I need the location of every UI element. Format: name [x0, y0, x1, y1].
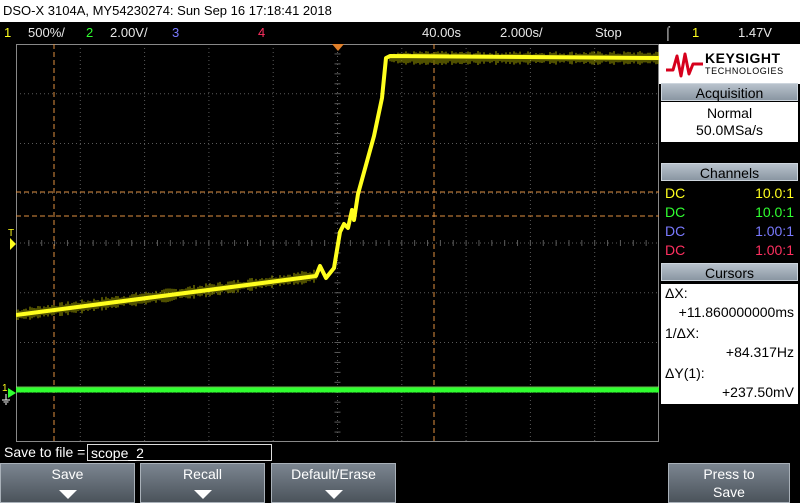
save-bar: Save to file = scope_2 [0, 442, 659, 463]
channel-row-3[interactable]: DC 1.00:1 [661, 222, 798, 241]
channel-row-1[interactable]: DC 10.0:1 [661, 184, 798, 203]
ch1-scale[interactable]: 500%/ [28, 22, 65, 44]
down-arrow-icon [58, 490, 77, 499]
horizontal-delay[interactable]: 40.00s [422, 22, 461, 44]
cursors-heading: Cursors [661, 263, 798, 281]
keysight-logo: KEYSIGHT TECHNOLOGIES [659, 44, 800, 84]
logo-name: KEYSIGHT [705, 50, 781, 66]
acquisition-heading: Acquisition [661, 83, 798, 101]
ch1-number[interactable]: 1 [4, 22, 11, 44]
cursor-inv-box: 1/ΔX: +84.317Hz [661, 324, 798, 364]
save-to-file-label: Save to file = [4, 444, 86, 460]
run-state[interactable]: Stop [595, 22, 622, 44]
default-erase-softkey[interactable]: Default/Erase [271, 463, 396, 503]
trigger-level-marker[interactable]: T [4, 228, 16, 250]
sample-rate: 50.0MSa/s [696, 122, 763, 138]
cursor-dy-box: ΔY(1): +237.50mV [661, 364, 798, 404]
trigger-position-marker[interactable] [332, 44, 344, 51]
ch2-probe: 10.0:1 [755, 204, 794, 220]
save-softkey-label: Save [51, 466, 84, 482]
ch4-coupling: DC [665, 242, 686, 258]
timebase-scale[interactable]: 2.000s/ [500, 22, 543, 44]
status-bar: 1 500%/ 2 2.00V/ 3 4 40.00s 2.000s/ Stop… [0, 22, 800, 44]
default-erase-softkey-label: Default/Erase [291, 466, 376, 482]
ch1-ground-marker[interactable]: 1 [0, 383, 16, 406]
ground-icon [2, 388, 16, 405]
ch1-coupling: DC [665, 185, 686, 201]
waveform-display[interactable] [16, 44, 659, 442]
ch3-number[interactable]: 3 [172, 22, 179, 44]
trigger-arrow-icon [10, 238, 16, 250]
side-panel: KEYSIGHT TECHNOLOGIES Acquisition Normal… [659, 44, 800, 503]
ch1-probe: 10.0:1 [755, 185, 794, 201]
ch2-number[interactable]: 2 [86, 22, 93, 44]
window-title: DSO-X 3104A, MY54230274: Sun Sep 16 17:1… [3, 3, 332, 18]
down-arrow-icon [324, 490, 343, 499]
cursor-dy-label: ΔY(1): [665, 365, 705, 381]
ch1-trace [16, 51, 659, 320]
ch4-number[interactable]: 4 [258, 22, 265, 44]
save-softkey[interactable]: Save [0, 463, 135, 503]
down-arrow-icon [193, 490, 212, 499]
keysight-wave-icon [666, 52, 703, 78]
ch3-probe: 1.00:1 [755, 223, 794, 239]
channel-row-2[interactable]: DC 10.0:1 [661, 203, 798, 222]
cursor-dx-label: ΔX: [665, 285, 688, 301]
ch2-coupling: DC [665, 204, 686, 220]
window-title-bar: DSO-X 3104A, MY54230274: Sun Sep 16 17:1… [0, 0, 800, 22]
cursor-inv-label: 1/ΔX: [665, 325, 700, 341]
channels-list: DC 10.0:1 DC 10.0:1 DC 1.00:1 DC 1.00:1 [661, 182, 798, 262]
ch2-scale[interactable]: 2.00V/ [110, 22, 148, 44]
ch4-probe: 1.00:1 [755, 242, 794, 258]
cursors-box[interactable]: ΔX: +11.860000000ms 1/ΔX: +84.317Hz ΔY(1… [661, 282, 798, 406]
channel-row-4[interactable]: DC 1.00:1 [661, 241, 798, 260]
cursor-dx-box: ΔX: +11.860000000ms [661, 284, 798, 324]
recall-softkey-label: Recall [183, 466, 222, 482]
filename-field[interactable]: scope_2 [87, 444, 272, 461]
acquisition-mode: Normal [706, 105, 753, 121]
logo-sub: TECHNOLOGIES [705, 66, 784, 76]
channels-heading: Channels [661, 163, 798, 181]
ch2-trace [16, 386, 659, 393]
ch3-coupling: DC [665, 223, 686, 239]
recall-softkey[interactable]: Recall [140, 463, 265, 503]
press-to-save-label-1: Press to [703, 466, 755, 482]
acquisition-box[interactable]: Normal 50.0MSa/s [661, 102, 798, 142]
cursor-dy-value: +237.50mV [722, 384, 794, 400]
trigger-level[interactable]: 1.47V [738, 22, 772, 44]
cursor-dx-value: +11.860000000ms [678, 304, 794, 320]
trigger-source[interactable]: 1 [692, 22, 699, 44]
trigger-edge-icon: ⌠ [664, 25, 672, 40]
press-to-save-softkey[interactable]: Press to Save [668, 463, 790, 503]
cursor-inv-value: +84.317Hz [725, 344, 794, 360]
press-to-save-label-2: Save [713, 484, 745, 500]
